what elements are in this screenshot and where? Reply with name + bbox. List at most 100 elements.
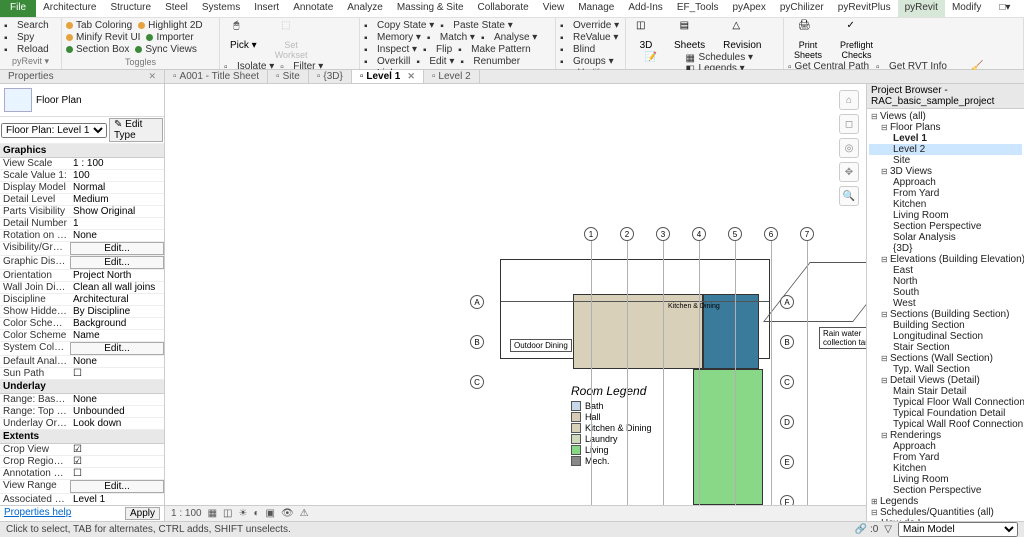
tree-node[interactable]: 3D Views (869, 166, 1022, 177)
menu-manage[interactable]: Manage (571, 0, 621, 17)
ribbon-item[interactable]: Section Box (66, 44, 129, 55)
revision-button[interactable]: △Revision (717, 20, 767, 51)
ribbon-item[interactable]: Minify Revit UI (66, 32, 140, 43)
tree-node[interactable]: Building Section (869, 320, 1022, 331)
tree-node[interactable]: Section Perspective (869, 221, 1022, 232)
schedules-button[interactable]: ▦Schedules ▾ (686, 52, 754, 63)
menu-structure[interactable]: Structure (103, 0, 158, 17)
tree-node[interactable]: Level 2 (869, 144, 1022, 155)
file-menu[interactable]: File (0, 0, 36, 17)
menu-eftools[interactable]: EF_Tools (670, 0, 726, 17)
tree-node[interactable]: Typical Floor Wall Connection (869, 397, 1022, 408)
tree-node[interactable]: Floor Plans (869, 122, 1022, 133)
prop-row[interactable]: Color SchemeName (0, 330, 164, 342)
prop-row[interactable]: View Scale1 : 100 (0, 158, 164, 170)
preflight-button[interactable]: ✓Preflight Checks (834, 20, 879, 60)
prop-row[interactable]: Detail Number1 (0, 218, 164, 230)
sheets-button[interactable]: ▤Sheets (668, 20, 711, 51)
ribbon-item[interactable]: ▪ReValue ▾ (560, 32, 621, 43)
menu-steel[interactable]: Steel (158, 0, 195, 17)
tree-node[interactable]: Sections (Wall Section) (869, 353, 1022, 364)
properties-help-link[interactable]: Properties help (4, 507, 71, 520)
ribbon-item[interactable]: Importer (146, 32, 193, 43)
tree-node[interactable]: West (869, 298, 1022, 309)
prop-row[interactable]: Scale Value 1:100 (0, 170, 164, 182)
3d-button[interactable]: ◫3D (630, 20, 662, 51)
menu-pyapex[interactable]: pyApex (726, 0, 773, 17)
ribbon-item[interactable]: ▪Copy State ▾ (364, 20, 434, 31)
ribbon-item[interactable]: Tab Coloring (66, 20, 132, 31)
tree-node[interactable]: Typical Wall Roof Connection (869, 419, 1022, 430)
shadows-icon[interactable]: ◐ (253, 508, 259, 519)
tree-node[interactable]: East (869, 265, 1022, 276)
tree-node[interactable]: Site (869, 155, 1022, 166)
prop-row[interactable]: Associated LevelLevel 1 (0, 494, 164, 505)
tree-node[interactable]: Typical Foundation Detail (869, 408, 1022, 419)
tree-node[interactable]: Living Room (869, 474, 1022, 485)
tree-node[interactable]: Typ. Wall Section (869, 364, 1022, 375)
ribbon-item[interactable]: ▪Match ▾ (427, 32, 475, 43)
ribbon-item[interactable]: ▪Edit ▾ (416, 56, 454, 67)
nav-pan-icon[interactable]: ✥ (839, 162, 859, 182)
close-icon[interactable]: ✕ (407, 71, 415, 82)
prop-row[interactable]: Crop Region Visible (0, 456, 164, 468)
doc-tab[interactable]: ▫{3D} (309, 70, 352, 83)
prop-row[interactable]: Show Hidden LinesBy Discipline (0, 306, 164, 318)
tree-node[interactable]: From Yard (869, 452, 1022, 463)
ribbon-item[interactable]: ▪Make Pattern (458, 44, 530, 55)
nav-home-icon[interactable]: ⌂ (839, 90, 859, 110)
tree-node[interactable]: South (869, 287, 1022, 298)
workset-selector[interactable]: Main Model (898, 522, 1018, 537)
prop-row[interactable]: Color Scheme LocationBackground (0, 318, 164, 330)
print-sheets-button[interactable]: 🖨Print Sheets (788, 20, 828, 60)
prop-row[interactable]: Underlay OrientationLook down (0, 418, 164, 430)
menu-modify[interactable]: Modify (945, 0, 988, 17)
ribbon-item[interactable]: Highlight 2D (138, 20, 202, 31)
prop-row[interactable]: Range: Base LevelNone (0, 394, 164, 406)
prop-row[interactable]: Sun Path (0, 368, 164, 380)
nav-zoom-icon[interactable]: 🔍 (839, 186, 859, 206)
tree-node[interactable]: Approach (869, 177, 1022, 188)
tree-node[interactable]: Kitchen (869, 463, 1022, 474)
ribbon-item[interactable]: ▪Groups ▾ (560, 56, 621, 67)
crop-icon[interactable]: ▣ (266, 508, 275, 519)
prop-row[interactable]: Wall Join DisplayClean all wall joins (0, 282, 164, 294)
prop-group[interactable]: Extents (0, 430, 164, 444)
tree-node[interactable]: Elevations (Building Elevation) (869, 254, 1022, 265)
menu-end[interactable]: □▾ (992, 0, 1017, 17)
set-workset-button[interactable]: ⬚Set Workset (269, 20, 314, 60)
nav-cube-icon[interactable]: ◻ (839, 114, 859, 134)
visual-style-icon[interactable]: ◫ (223, 508, 232, 519)
prop-row[interactable]: Annotation Crop (0, 468, 164, 480)
tree-node[interactable]: Section Perspective (869, 485, 1022, 496)
prop-row[interactable]: Detail LevelMedium (0, 194, 164, 206)
ribbon-item[interactable]: Sync Views (135, 44, 197, 55)
prop-row[interactable]: DisciplineArchitectural (0, 294, 164, 306)
ribbon-item[interactable]: ▪Inspect ▾ (364, 44, 417, 55)
doc-tab[interactable]: ▫Site (268, 70, 309, 83)
ribbon-item[interactable]: ▪Renumber (460, 56, 520, 67)
edit-type-button[interactable]: ✎ Edit Type (109, 118, 163, 142)
tree-node[interactable]: Kitchen (869, 199, 1022, 210)
ribbon-item[interactable]: ▪Reload (4, 44, 49, 55)
tree-node[interactable]: North (869, 276, 1022, 287)
instance-selector[interactable]: Floor Plan: Level 1 (1, 123, 107, 138)
prop-row[interactable]: OrientationProject North (0, 270, 164, 282)
tree-node[interactable]: Renderings (869, 430, 1022, 441)
detail-level-icon[interactable]: ▦ (208, 508, 217, 519)
ribbon-item[interactable]: ▪Overkill (364, 56, 410, 67)
tree-node[interactable]: Solar Analysis (869, 232, 1022, 243)
reveal-icon[interactable]: ⚠ (300, 508, 309, 519)
tree-node[interactable]: Detail Views (Detail) (869, 375, 1022, 386)
prop-group[interactable]: Graphics (0, 144, 164, 158)
view-scale[interactable]: 1 : 100 (171, 508, 202, 519)
ribbon-item[interactable]: ▪Blind (560, 44, 621, 55)
tree-node[interactable]: Longitudinal Section (869, 331, 1022, 342)
ribbon-item[interactable]: ▪Analyse ▾ (481, 32, 537, 43)
menu-pychilizer[interactable]: pyChilizer (773, 0, 831, 17)
ribbon-item[interactable]: ▪Flip (423, 44, 452, 55)
type-selector[interactable]: Floor Plan (0, 84, 164, 117)
menu-systems[interactable]: Systems (195, 0, 247, 17)
doc-tab[interactable]: ▫A001 - Title Sheet (165, 70, 268, 83)
prop-row[interactable]: Rotation on SheetNone (0, 230, 164, 242)
